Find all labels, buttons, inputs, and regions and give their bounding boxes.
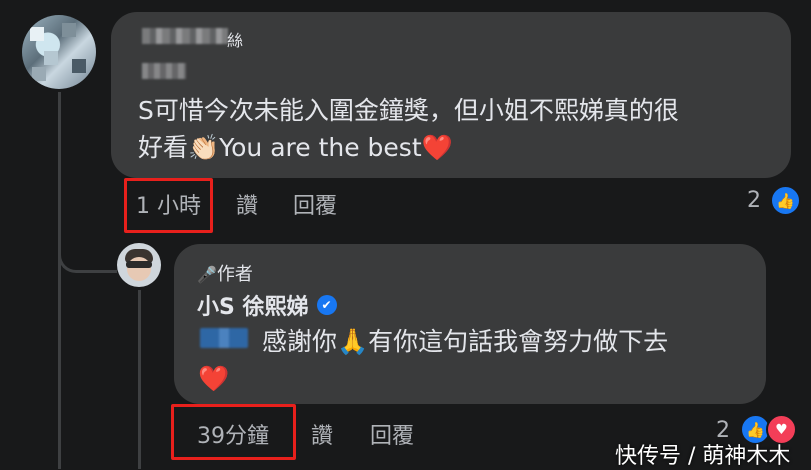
reply-thread-line <box>138 290 141 469</box>
verified-badge-icon: ✔ <box>316 295 337 315</box>
heart-emoji-icon: ❤️ <box>421 133 453 162</box>
like-button[interactable]: 讚 <box>236 188 258 220</box>
watermark-text: 快传号 / 萌神木木 <box>615 444 791 469</box>
blurred-emoji <box>200 328 248 348</box>
author-name-row: 小S 徐熙娣 ✔ <box>197 289 337 321</box>
commenter-name-suffix: 絲 <box>227 31 244 50</box>
author-avatar[interactable] <box>117 243 161 287</box>
reply-button[interactable]: 回覆 <box>293 188 337 220</box>
praying-hands-emoji-icon: 🙏 <box>337 327 369 356</box>
commenter-subname-blurred <box>142 63 186 79</box>
thread-line-branch <box>58 230 117 273</box>
comment-timestamp[interactable]: 1 小時 <box>136 188 201 220</box>
reply-timestamp[interactable]: 39分鐘 <box>197 418 269 450</box>
reply-like-button[interactable]: 讚 <box>311 418 333 450</box>
commenter-name-blurred[interactable] <box>142 28 228 44</box>
reply-reply-button[interactable]: 回覆 <box>370 418 414 450</box>
thumbs-up-icon[interactable]: 👍 <box>770 185 801 216</box>
commenter-avatar[interactable] <box>22 15 96 89</box>
thread-line-vertical <box>58 92 61 469</box>
author-badge: 🎤作者 <box>197 264 253 285</box>
reply-text-line2: ❤️ <box>198 364 230 393</box>
author-name[interactable]: 小S 徐熙娣 <box>197 289 309 321</box>
reply-text-line1: 感謝你🙏有你這句話我會努力做下去 <box>262 327 669 356</box>
reaction-count[interactable]: 2 <box>747 188 761 213</box>
clap-emoji-icon: 👏🏻 <box>188 133 220 162</box>
comment-text-line2: 好看👏🏻You are the best❤️ <box>138 133 453 162</box>
microphone-icon: 🎤 <box>197 265 217 284</box>
